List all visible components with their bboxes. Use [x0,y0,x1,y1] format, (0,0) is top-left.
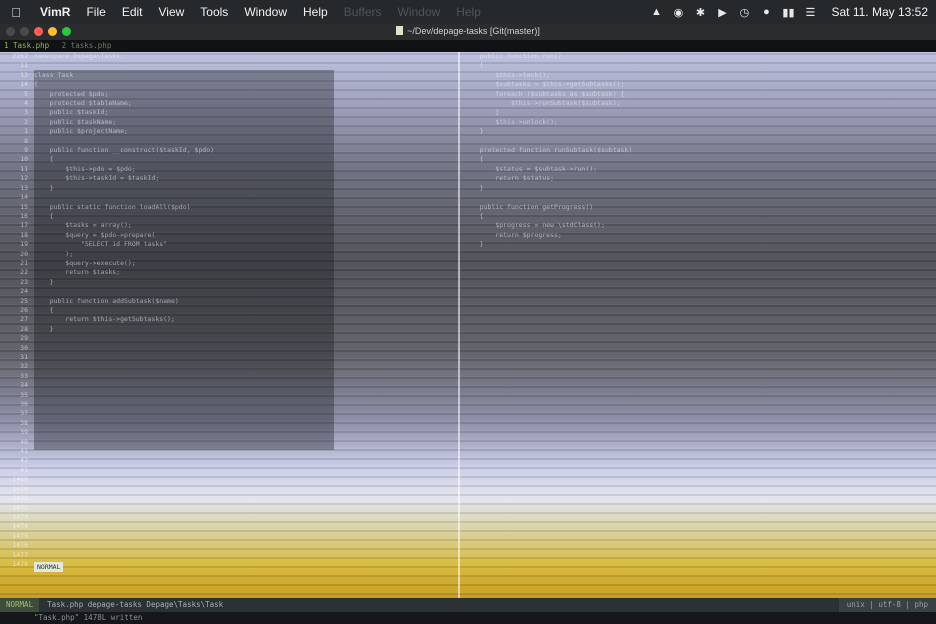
line-number-gutter: 2262 11 13 14 5 4 3 2 1 8 9 10 11 12 13 14 15 16 17 18 19 20 2… [0,52,30,598]
menu-app-vimr[interactable]: VimR [32,0,78,24]
line-number: 19 [20,240,28,249]
line-number: 24 [20,287,28,296]
line-number: 1470 [12,484,28,493]
line-number: 30 [20,343,28,352]
line-number: 9 [24,146,28,155]
line-number: 1473 [12,512,28,521]
line-number: 20 [20,249,28,258]
line-number: 43 [20,465,28,474]
line-number: 3 [24,108,28,117]
tray-icon[interactable]: ▲ [645,6,667,18]
menu-view[interactable]: View [151,0,193,24]
window-title: ~/Dev/depage-tasks [Git(master)] [0,26,936,36]
menubar-clock[interactable]: Sat 11. May 13:52 [821,5,928,19]
line-number: 2 [24,117,28,126]
line-number: 21 [20,258,28,267]
line-number: 11 [20,164,28,173]
vpn-icon[interactable]: ◉ [667,6,689,19]
history-icon[interactable]: ◷ [733,6,755,19]
line-number: 23 [20,277,28,286]
line-number: 36 [20,400,28,409]
editor-area[interactable]: 2262 11 13 14 5 4 3 2 1 8 9 10 11 12 13 14 15 16 17 18 19 20 2… [0,52,936,598]
line-number: 4 [24,99,28,108]
menu-tools[interactable]: Tools [192,0,236,24]
line-number: 41 [20,447,28,456]
menu-help-ghost: Help [456,5,481,19]
line-number: 1477 [12,550,28,559]
command-line[interactable]: "Task.php" 1478L written [0,612,936,624]
line-number: 40 [20,437,28,446]
line-number: 25 [20,296,28,305]
menu-edit[interactable]: Edit [114,0,151,24]
tab-task-php[interactable]: 1 Task.php [4,41,57,50]
line-number: 10 [20,155,28,164]
document-icon [396,26,404,35]
battery-icon[interactable]: ▮▮ [777,6,799,19]
line-number: 1472 [12,503,28,512]
statusline-mode: NORMAL [0,598,40,612]
line-number: 37 [20,409,28,418]
line-number: 1474 [12,522,28,531]
menu-window-ghost: Window [397,5,441,19]
bluetooth-icon[interactable]: ✱ [689,6,711,19]
line-number: 2262 [12,52,28,60]
window-title-text: ~/Dev/depage-tasks [Git(master)] [407,26,540,36]
line-number: 11 [20,61,28,70]
line-number: 1475 [12,531,28,540]
window-titlebar: ~/Dev/depage-tasks [Git(master)] [0,24,936,40]
statusline-fileinfo: unix | utf-8 | php [838,598,936,612]
line-number: 42 [20,456,28,465]
play-icon[interactable]: ▶ [711,6,733,19]
tabline: 1 Task.php 2 tasks.php [0,40,936,52]
tab-tasks-php[interactable]: 2 tasks.php [62,41,120,50]
line-number: 1478 [12,559,28,568]
statusline: NORMAL Task.php depage-tasks Depage\Task… [0,598,936,612]
line-number: 31 [20,353,28,361]
line-number: 15 [20,202,28,211]
control-center-icon[interactable]: ☰ [799,6,821,19]
menu-help[interactable]: Help [295,0,336,24]
menu-window[interactable]: Window [236,0,295,24]
line-number: 17 [20,221,28,230]
line-number: 26 [20,305,28,314]
line-number: 14 [20,80,28,89]
apple-menu-icon[interactable]:  [0,5,32,20]
line-number: 16 [20,211,28,220]
menu-buffers-ghost: Buffers [343,5,382,19]
line-number: 38 [20,418,28,427]
line-number: 13 [20,70,28,79]
editor-pane-left[interactable]: 2262 11 13 14 5 4 3 2 1 8 9 10 11 12 13 14 15 16 17 18 19 20 2… [0,52,456,598]
line-number: 13 [20,183,28,192]
menu-file[interactable]: File [78,0,113,24]
line-number: 29 [20,334,28,343]
line-number: 1469 [12,475,28,484]
statusline-file: Task.php depage-tasks Depage\Tasks\Task [47,600,224,609]
line-number: 32 [20,362,28,371]
menu-bar:  VimR File Edit View Tools Window Help … [0,0,936,24]
code-buffer-left[interactable]: namespace Depage\Tasks; class Task { pro… [34,52,456,598]
line-number: 12 [20,174,28,183]
mode-badge: NORMAL [34,562,64,572]
line-number: 35 [20,390,28,399]
user-icon[interactable]: ● [755,6,777,18]
line-number: 18 [20,230,28,239]
line-number: 14 [20,193,28,202]
line-number: 1 [24,127,28,136]
line-number: 1476 [12,541,28,550]
line-number: 22 [20,268,28,277]
line-number: 39 [20,428,28,437]
line-number: 34 [20,381,28,390]
line-number: 27 [20,315,28,324]
line-number: 5 [24,89,28,98]
line-number: 1471 [12,494,28,503]
editor-pane-right[interactable]: public function run() { $this->lock(); $… [458,52,936,598]
line-number: 28 [20,324,28,333]
code-buffer-right[interactable]: public function run() { $this->lock(); $… [464,52,936,598]
status-area: ▲ ◉ ✱ ▶ ◷ ● ▮▮ ☰ Sat 11. May 13:52 [645,5,936,19]
line-number: 33 [20,371,28,380]
line-number: 8 [24,136,28,145]
